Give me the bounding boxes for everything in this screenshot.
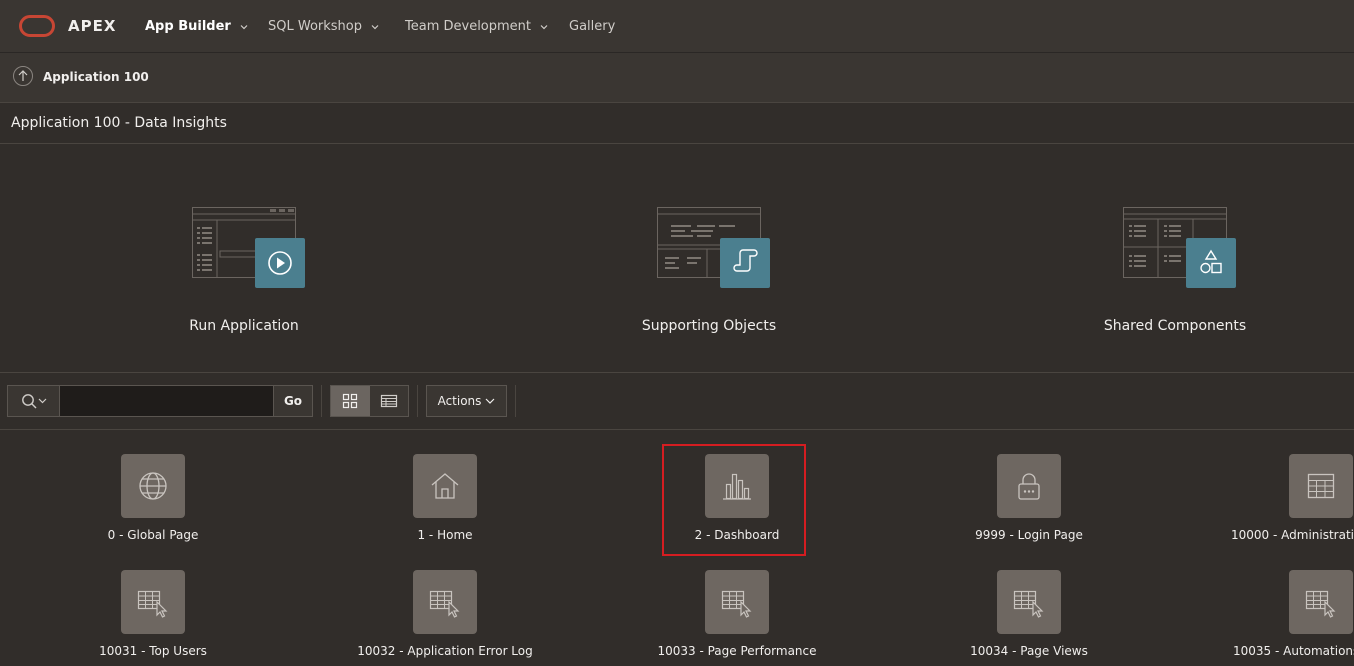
apex-brand[interactable]: APEX xyxy=(68,17,116,35)
page-tile-3[interactable]: 9999 - Login Page xyxy=(929,430,1129,542)
shared-components-button[interactable]: Shared Components xyxy=(1045,144,1305,372)
page-tile-label: 0 - Global Page xyxy=(107,528,199,542)
table-cursor-icon xyxy=(1289,570,1353,634)
nav-gallery[interactable]: Gallery xyxy=(569,19,615,34)
report-view-button[interactable] xyxy=(369,386,408,416)
chevron-down-icon xyxy=(240,24,248,29)
home-icon xyxy=(413,454,477,518)
page-tile-label: 10033 - Page Performance xyxy=(657,644,817,658)
chevron-down-icon xyxy=(371,24,379,29)
grid-icon xyxy=(343,393,358,409)
shared-components-label: Shared Components xyxy=(1103,318,1247,334)
go-button[interactable]: Go xyxy=(273,386,312,416)
actions-menu-button[interactable]: Actions xyxy=(426,385,507,417)
supporting-objects-button[interactable]: Supporting Objects xyxy=(579,144,839,372)
table-cursor-icon xyxy=(705,570,769,634)
pages-toolbar: Go Actions xyxy=(0,373,1354,430)
title-bar: Application 100 - Data Insights xyxy=(0,103,1354,144)
run-application-illustration xyxy=(192,207,305,288)
toolbar-divider xyxy=(321,385,322,417)
page-tile-label: 2 - Dashboard xyxy=(694,528,780,542)
nav-sql-workshop-label: SQL Workshop xyxy=(268,19,362,34)
page-tile-6[interactable]: 10032 - Application Error Log xyxy=(345,546,545,658)
supporting-objects-illustration xyxy=(657,207,770,288)
page-tile-label: 10034 - Page Views xyxy=(970,644,1088,658)
page-tile-0[interactable]: 0 - Global Page xyxy=(53,430,253,542)
breadcrumb-bar: Application 100 xyxy=(0,53,1354,103)
table-icon xyxy=(380,394,397,408)
page-tile-4[interactable]: 10000 - Administration xyxy=(1221,430,1354,542)
nav-team-development[interactable]: Team Development xyxy=(405,19,548,34)
page-tile-label: 10000 - Administration xyxy=(1231,528,1354,542)
page-tile-2[interactable]: 2 - Dashboard xyxy=(637,430,837,542)
page-tile-label: 10031 - Top Users xyxy=(99,644,207,658)
table-icon xyxy=(1289,454,1353,518)
page-tile-label: 10035 - Automations xyxy=(1233,644,1354,658)
bar-chart-icon xyxy=(705,454,769,518)
oracle-logo[interactable] xyxy=(19,15,55,37)
top-navigation-bar: APEX App Builder SQL Workshop Team Devel… xyxy=(0,0,1354,53)
arrow-up-icon xyxy=(18,70,28,81)
shared-components-illustration xyxy=(1123,207,1236,288)
page-tile-1[interactable]: 1 - Home xyxy=(345,430,545,542)
supporting-objects-label: Supporting Objects xyxy=(641,318,777,334)
toolbar-divider xyxy=(515,385,516,417)
page-tile-9[interactable]: 10035 - Automations xyxy=(1221,546,1354,658)
page-title: Application 100 - Data Insights xyxy=(11,115,227,131)
up-level-button[interactable] xyxy=(13,66,33,86)
view-toggle xyxy=(330,385,409,417)
search-column-menu-button[interactable] xyxy=(8,386,60,416)
table-cursor-icon xyxy=(997,570,1061,634)
page-tile-7[interactable]: 10033 - Page Performance xyxy=(637,546,837,658)
breadcrumb-application[interactable]: Application 100 xyxy=(43,70,149,84)
pages-grid: 0 - Global Page 1 - Home 2 - Dashboard 9… xyxy=(0,430,1354,666)
page-tile-5[interactable]: 10031 - Top Users xyxy=(53,546,253,658)
table-cursor-icon xyxy=(121,570,185,634)
nav-app-builder[interactable]: App Builder xyxy=(145,19,248,34)
page-tile-label: 10032 - Application Error Log xyxy=(357,644,533,658)
nav-gallery-label: Gallery xyxy=(569,19,616,34)
nav-app-builder-label: App Builder xyxy=(145,19,231,34)
run-application-button[interactable]: Run Application xyxy=(114,144,374,372)
chevron-down-icon xyxy=(540,24,548,29)
search-icon xyxy=(21,394,46,409)
nav-sql-workshop[interactable]: SQL Workshop xyxy=(268,19,379,34)
page-tile-label: 1 - Home xyxy=(417,528,473,542)
globe-icon xyxy=(121,454,185,518)
search-bar: Go xyxy=(7,385,313,417)
page-tile-8[interactable]: 10034 - Page Views xyxy=(929,546,1129,658)
toolbar-divider xyxy=(417,385,418,417)
table-cursor-icon xyxy=(413,570,477,634)
lock-icon xyxy=(997,454,1061,518)
icon-view-button[interactable] xyxy=(331,386,370,416)
application-hero: Run Application Supporting Objects Share… xyxy=(0,144,1354,373)
run-application-label: Run Application xyxy=(189,318,299,334)
nav-team-development-label: Team Development xyxy=(405,19,532,34)
page-tile-label: 9999 - Login Page xyxy=(975,528,1083,542)
search-input[interactable] xyxy=(60,386,274,416)
chevron-down-icon xyxy=(485,398,495,404)
actions-label: Actions xyxy=(437,394,482,408)
